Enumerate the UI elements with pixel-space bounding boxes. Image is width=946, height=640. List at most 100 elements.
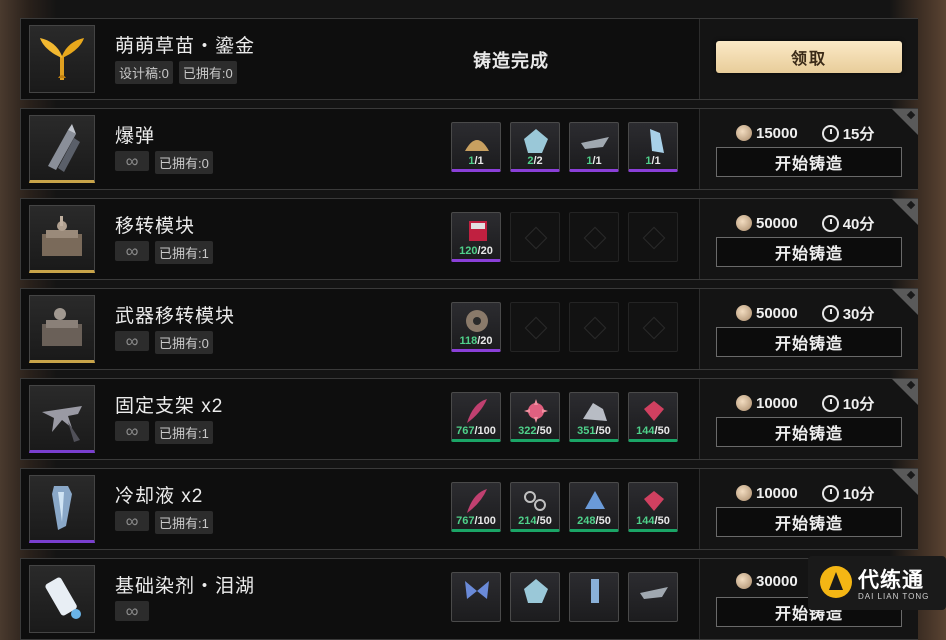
- crafting-row: 移转模块 ∞ 已拥有:1 120/20 50000 40分 开始铸造: [20, 198, 918, 280]
- item-icon-frame: [29, 25, 95, 93]
- material-slot[interactable]: [628, 572, 678, 622]
- material-slot[interactable]: [451, 572, 501, 622]
- material-slot[interactable]: 120/20: [451, 212, 501, 262]
- material-slot[interactable]: [569, 572, 619, 622]
- owned-count-badge: 已拥有:1: [155, 241, 213, 264]
- action-panel: 50000 30分 开始铸造: [700, 289, 918, 369]
- item-name: 移转模块: [115, 216, 196, 237]
- craft-time-value: 10分: [842, 486, 875, 503]
- start-craft-button[interactable]: 开始铸造: [716, 507, 902, 537]
- craft-cost: 15000: [736, 125, 798, 142]
- start-craft-button[interactable]: 开始铸造: [716, 417, 902, 447]
- material-required: /1: [592, 155, 602, 167]
- sand-pile-icon: [465, 140, 489, 151]
- material-slot[interactable]: [510, 572, 560, 622]
- start-craft-button[interactable]: 开始铸造: [716, 147, 902, 177]
- clock-icon: [821, 305, 839, 322]
- material-slot[interactable]: 767/100: [451, 482, 501, 532]
- clock-icon: [821, 395, 839, 412]
- crafting-row-completed: 萌萌草苗・鎏金 设计稿:0 已拥有:0 铸造完成 领取: [20, 18, 918, 100]
- cost-line: 10000 10分: [736, 483, 874, 504]
- action-panel: 15000 15分 开始铸造: [700, 109, 918, 189]
- sphere-core-icon: [466, 310, 488, 332]
- item-icon-frame: [29, 475, 95, 543]
- item-icon-frame: [29, 565, 95, 633]
- owned-count-badge: 已拥有:1: [155, 421, 213, 444]
- craft-cost: 10000: [736, 395, 798, 412]
- material-have: 118: [459, 335, 478, 347]
- infinity-icon: ∞: [115, 601, 149, 621]
- material-slot[interactable]: 767/100: [451, 392, 501, 442]
- material-have: 351: [577, 425, 596, 437]
- pink-gem-icon: [644, 401, 664, 421]
- item-badges: ∞ 已拥有:1: [115, 421, 213, 444]
- material-slot[interactable]: 118/20: [451, 302, 501, 352]
- owned-count-badge: 已拥有:0: [155, 151, 213, 174]
- material-slot[interactable]: 214/50: [510, 482, 560, 532]
- crafting-row: 基础染剂・泪湖 ∞ 30000 开始铸造: [20, 558, 918, 640]
- item-badges: ∞: [115, 601, 149, 621]
- craft-cost: 50000: [736, 215, 798, 232]
- item-icon-frame: [29, 115, 95, 183]
- material-required: /50: [595, 515, 611, 527]
- pin-tag-icon[interactable]: [892, 289, 918, 315]
- item-badges: ∞ 已拥有:0: [115, 151, 213, 174]
- material-slot[interactable]: 2/2: [510, 122, 560, 172]
- item-name: 武器移转模块: [115, 306, 236, 327]
- pin-tag-icon[interactable]: [892, 109, 918, 135]
- pin-tag-icon[interactable]: [892, 199, 918, 225]
- craft-cost-value: 10000: [756, 485, 798, 502]
- crafting-row: 固定支架 x2 ∞ 已拥有:1 767/100 322/50 351/50 14…: [20, 378, 918, 460]
- material-list: 767/100 322/50 351/50 144/50: [451, 392, 678, 442]
- material-slot[interactable]: 144/50: [628, 482, 678, 532]
- material-slot-empty: [628, 302, 678, 352]
- material-count: 214/50: [511, 515, 559, 527]
- bomb-shell-icon: [48, 124, 80, 172]
- craft-cost: 10000: [736, 485, 798, 502]
- claim-button[interactable]: 领取: [716, 41, 902, 73]
- material-slot-empty: [569, 212, 619, 262]
- start-craft-button[interactable]: 开始铸造: [716, 327, 902, 357]
- action-panel: 50000 40分 开始铸造: [700, 199, 918, 279]
- material-have: 120: [459, 245, 478, 257]
- dye-tube-icon: [45, 577, 81, 619]
- pin-tag-icon[interactable]: [892, 379, 918, 405]
- material-count: 118/20: [452, 335, 500, 347]
- material-slot[interactable]: 322/50: [510, 392, 560, 442]
- item-icon-frame: [29, 295, 95, 363]
- material-required: /20: [477, 245, 493, 257]
- material-count: 351/50: [570, 425, 618, 437]
- material-required: /50: [654, 515, 670, 527]
- coin-icon: [736, 573, 752, 589]
- material-slot[interactable]: 144/50: [628, 392, 678, 442]
- tube-icon: [591, 579, 599, 603]
- material-slot[interactable]: 1/1: [569, 122, 619, 172]
- craft-cost: 30000: [736, 573, 798, 590]
- crystal-icon: [524, 129, 548, 153]
- material-slot[interactable]: 1/1: [451, 122, 501, 172]
- metal-shard-icon: [581, 137, 609, 149]
- material-required: /20: [477, 335, 493, 347]
- item-name: 萌萌草苗・鎏金: [115, 36, 256, 57]
- crafting-row: 冷却液 x2 ∞ 已拥有:1 767/100 214/50 248/50 144…: [20, 468, 918, 550]
- material-list: 118/20: [451, 302, 678, 352]
- clock-icon: [821, 485, 839, 502]
- material-slot[interactable]: 248/50: [569, 482, 619, 532]
- material-slot[interactable]: 1/1: [628, 122, 678, 172]
- craft-time-value: 10分: [842, 396, 875, 413]
- material-required: /1: [651, 155, 661, 167]
- material-have: 144: [636, 425, 655, 437]
- crafting-row: 爆弹 ∞ 已拥有:0 1/1 2/2 1/1 1/1 15000 15分 开始铸…: [20, 108, 918, 190]
- material-count: 144/50: [629, 515, 677, 527]
- start-craft-button[interactable]: 开始铸造: [716, 237, 902, 267]
- pin-tag-icon[interactable]: [892, 469, 918, 495]
- infinity-icon: ∞: [115, 511, 149, 531]
- material-required: /100: [474, 515, 496, 527]
- logo-text-en: DAI LIAN TONG: [858, 592, 930, 601]
- material-count: 120/20: [452, 245, 500, 257]
- item-name: 爆弹: [115, 126, 156, 147]
- infinity-icon: ∞: [115, 241, 149, 261]
- craft-cost-value: 30000: [756, 573, 798, 590]
- feather-icon: [467, 489, 487, 513]
- material-slot[interactable]: 351/50: [569, 392, 619, 442]
